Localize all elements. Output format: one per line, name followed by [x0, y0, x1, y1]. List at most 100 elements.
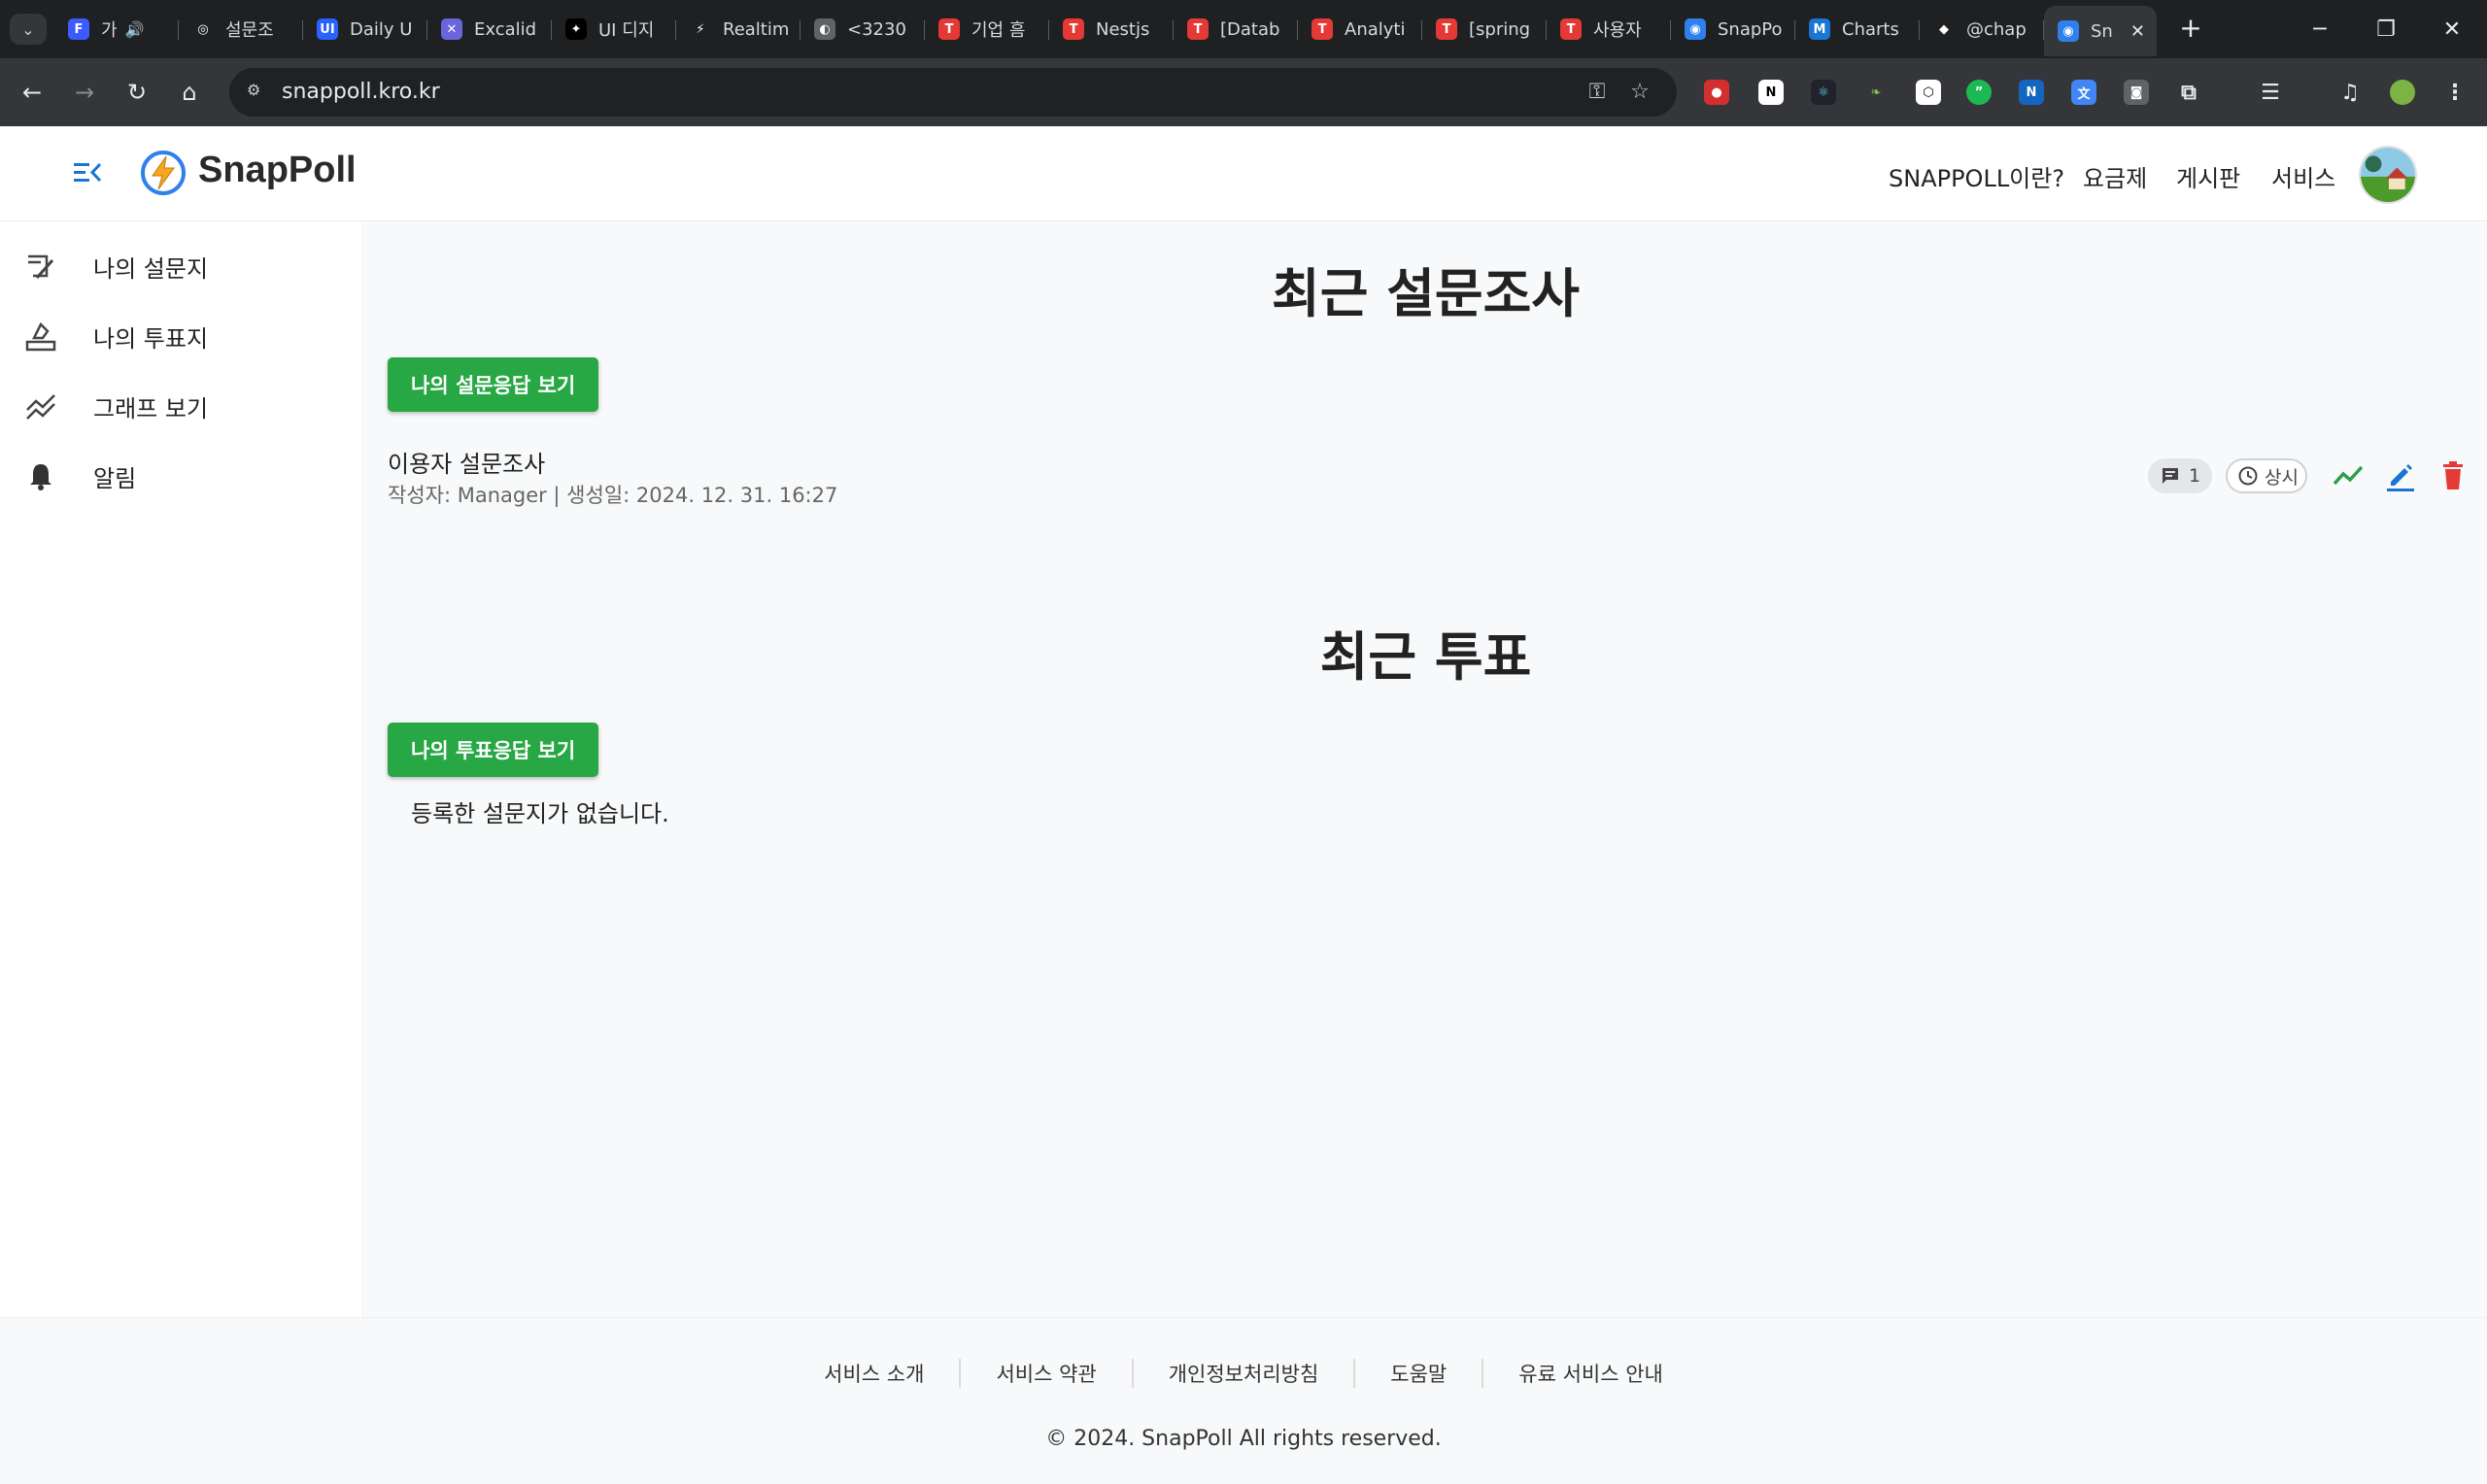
browser-tab[interactable]: ◉ SnapPo [1671, 8, 1795, 51]
sidebar-item-my-surveys[interactable]: 나의 설문지 [0, 237, 363, 295]
media-control-icon[interactable]: ♫ [2337, 80, 2363, 105]
extensions-puzzle-icon[interactable]: ⧉ [2176, 80, 2201, 105]
user-avatar[interactable] [2359, 146, 2417, 204]
bookmark-star-icon[interactable]: ☆ [1626, 80, 1653, 107]
my-survey-responses-button[interactable]: 나의 설문응답 보기 [388, 357, 599, 412]
footer: 서비스 소개 서비스 약관 개인정보처리방침 도움말 유료 서비스 안내 © 2… [0, 1317, 2487, 1484]
footer-link-paid-services[interactable]: 유료 서비스 안내 [1483, 1359, 1698, 1388]
minimize-window-button[interactable]: ─ [2285, 0, 2355, 58]
browser-tab-active[interactable]: ◉ Sn ✕ [2044, 6, 2157, 56]
survey-item-title[interactable]: 이용자 설문조사 [388, 445, 545, 479]
forward-button[interactable]: → [66, 74, 103, 111]
tab-favicon-icon: ✕ [441, 18, 462, 40]
brand-name[interactable]: SnapPoll [198, 150, 357, 191]
extension-quote-icon[interactable]: ” [1966, 80, 1992, 105]
close-window-button[interactable]: ✕ [2417, 0, 2487, 58]
nav-services[interactable]: 서비스 [2271, 159, 2335, 193]
menu-toggle-icon[interactable] [70, 155, 105, 190]
vote-icon [25, 321, 56, 352]
tab-title: Analyti [1345, 18, 1406, 40]
extension-hex-icon[interactable]: ⬡ [1916, 80, 1941, 105]
sidebar-item-my-votes[interactable]: 나의 투표지 [0, 307, 363, 365]
main-content: 최근 설문조사 나의 설문응답 보기 이용자 설문조사 작성자: Manager… [364, 221, 2487, 1317]
footer-link-help[interactable]: 도움말 [1355, 1359, 1484, 1388]
sidebar-item-notifications[interactable]: 알림 [0, 447, 363, 505]
tab-title: 기업 흠 [971, 20, 1026, 41]
tab-title: Nestjs [1096, 18, 1150, 40]
extension-camera-icon[interactable]: ◙ [2124, 80, 2149, 105]
browser-tab[interactable]: F 가 🔊 [54, 8, 179, 51]
browser-menu-icon[interactable]: ⋮ [2442, 80, 2468, 105]
extension-adblock-icon[interactable]: ● [1704, 80, 1729, 105]
view-graph-icon[interactable] [2331, 458, 2366, 493]
back-button[interactable]: ← [14, 74, 51, 111]
tab-close-icon[interactable]: ✕ [2130, 21, 2145, 42]
extension-n-icon[interactable]: N [2019, 80, 2044, 105]
delete-trash-icon[interactable] [2436, 458, 2470, 493]
extension-translate-icon[interactable]: 文 [2071, 80, 2096, 105]
browser-tab[interactable]: T 사용자 [1547, 8, 1671, 51]
sidebar: 나의 설문지 나의 투표지 그래프 보기 알림 [0, 221, 363, 1317]
empty-vote-message: 등록한 설문지가 없습니다. [411, 800, 669, 827]
browser-tab[interactable]: T Nestjs [1049, 8, 1174, 51]
footer-link-about[interactable]: 서비스 소개 [789, 1359, 962, 1388]
nav-about[interactable]: SNAPPOLL이란? [1889, 159, 2064, 193]
browser-tab[interactable]: ✕ Excalid [427, 8, 552, 51]
sidebar-item-label: 알림 [93, 464, 137, 492]
browser-tab[interactable]: ◎ 설문조 [179, 8, 303, 51]
browser-tab[interactable]: UI Daily U [303, 8, 427, 51]
tab-title: Realtim [723, 18, 790, 40]
browser-tab[interactable]: ◐ <3230 [801, 8, 925, 51]
my-vote-responses-button[interactable]: 나의 투표응답 보기 [388, 723, 599, 777]
tab-search-button[interactable]: ⌄ [10, 14, 47, 45]
browser-tab[interactable]: T Analyti [1298, 8, 1422, 51]
tab-title: @chap [1966, 18, 2027, 40]
profile-avatar-icon[interactable] [2390, 80, 2415, 105]
reload-button[interactable]: ↻ [119, 74, 155, 111]
tab-favicon-icon: T [1187, 18, 1209, 40]
edit-pencil-icon[interactable] [2383, 458, 2418, 493]
tab-favicon-icon: ✦ [565, 18, 587, 40]
sidebar-item-graphs[interactable]: 그래프 보기 [0, 377, 363, 435]
browser-tab[interactable]: ⚡ Realtim [676, 8, 801, 51]
tab-title: UI 디지 [598, 20, 655, 41]
password-key-icon[interactable]: ⚿ [1584, 80, 1611, 107]
tab-favicon-icon: T [938, 18, 960, 40]
tab-favicon-icon: T [1063, 18, 1084, 40]
tab-favicon-icon: T [1436, 18, 1457, 40]
browser-tab[interactable]: T [spring [1422, 8, 1547, 51]
browser-tab[interactable]: ◆ @chap [1920, 8, 2044, 51]
home-button[interactable]: ⌂ [171, 74, 208, 111]
browser-tab[interactable]: ✦ UI 디지 [552, 8, 676, 51]
status-text: 상시 [2265, 466, 2299, 489]
tab-title: 가 [101, 20, 118, 41]
site-info-icon[interactable]: ⚙ [247, 81, 270, 104]
tab-audio-icon[interactable]: 🔊 [125, 20, 145, 39]
tab-title: 사용자 [1593, 20, 1642, 41]
extension-notion-icon[interactable]: N [1758, 80, 1784, 105]
browser-tab[interactable]: T [Datab [1174, 8, 1298, 51]
tab-title: <3230 [847, 18, 906, 40]
footer-link-terms[interactable]: 서비스 약관 [961, 1359, 1134, 1388]
footer-links: 서비스 소개 서비스 약관 개인정보처리방침 도움말 유료 서비스 안내 [0, 1359, 2487, 1388]
tab-title: Charts [1842, 18, 1899, 40]
url-text: snappoll.kro.kr [282, 80, 440, 104]
sidebar-item-label: 그래프 보기 [93, 394, 209, 422]
new-tab-button[interactable]: + [2176, 12, 2205, 45]
nav-board[interactable]: 게시판 [2176, 159, 2240, 193]
browser-tab[interactable]: M Charts [1795, 8, 1920, 51]
extension-react-icon[interactable]: ⚛ [1811, 80, 1836, 105]
recent-votes-title: 최근 투표 [1319, 626, 1532, 688]
reading-list-icon[interactable]: ☰ [2258, 80, 2283, 105]
graph-icon [26, 394, 55, 420]
recent-surveys-title: 최근 설문조사 [1272, 263, 1580, 324]
nav-pricing[interactable]: 요금제 [2083, 159, 2147, 193]
restore-window-button[interactable]: ❐ [2351, 0, 2421, 58]
comment-icon [2163, 468, 2178, 484]
extension-leaf-icon[interactable]: ❧ [1863, 80, 1889, 105]
address-bar[interactable]: ⚙ snappoll.kro.kr ⚿ ☆ [229, 68, 1677, 117]
footer-link-privacy[interactable]: 개인정보처리방침 [1134, 1359, 1356, 1388]
browser-tab[interactable]: T 기업 흠 [925, 8, 1049, 51]
snappoll-logo-icon[interactable] [140, 150, 187, 196]
tab-favicon-icon: M [1809, 18, 1830, 40]
